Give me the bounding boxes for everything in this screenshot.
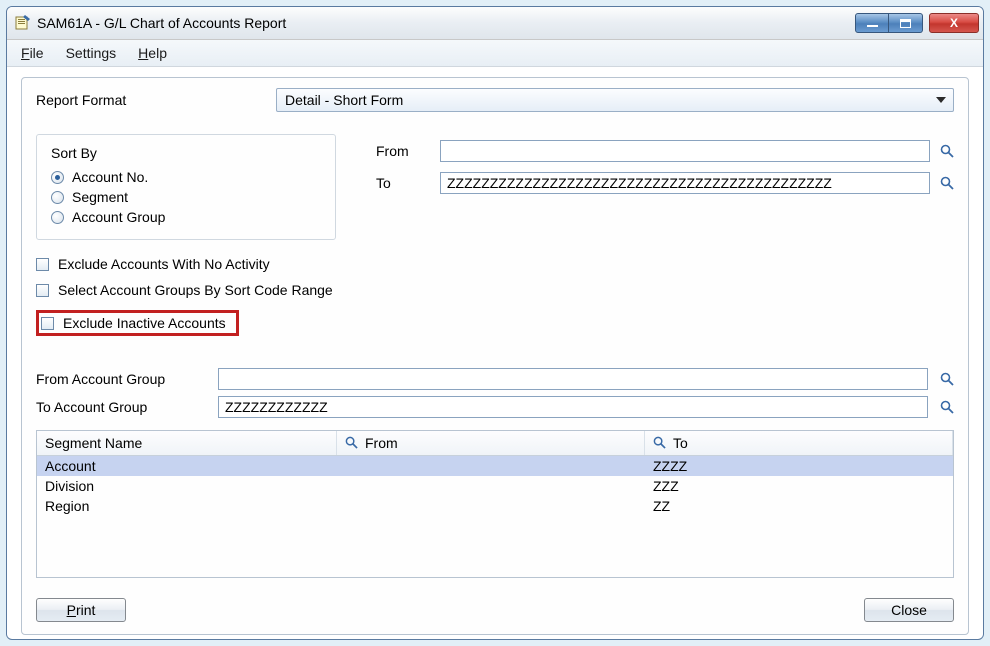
table-header: Segment Name From To bbox=[37, 431, 953, 456]
cell-to: ZZ bbox=[645, 498, 953, 514]
cell-segment: Division bbox=[37, 478, 337, 494]
sort-by-account-group[interactable]: Account Group bbox=[51, 209, 321, 225]
checkbox-label: Exclude Inactive Accounts bbox=[63, 315, 226, 331]
window-controls: X bbox=[855, 13, 979, 33]
checkbox-label: Select Account Groups By Sort Code Range bbox=[58, 282, 333, 298]
search-icon[interactable] bbox=[940, 144, 954, 158]
radio-icon bbox=[51, 191, 64, 204]
col-from[interactable]: From bbox=[337, 431, 645, 455]
exclude-inactive-checkbox[interactable]: Exclude Inactive Accounts bbox=[41, 315, 226, 331]
search-icon bbox=[653, 436, 667, 450]
checkbox-icon bbox=[41, 317, 54, 330]
chevron-down-icon bbox=[936, 97, 946, 103]
title-bar: SAM61A - G/L Chart of Accounts Report X bbox=[7, 7, 983, 40]
app-icon bbox=[15, 15, 31, 31]
search-icon bbox=[345, 436, 359, 450]
from-label: From bbox=[376, 143, 430, 159]
radio-label: Account Group bbox=[72, 209, 165, 225]
sort-by-segment[interactable]: Segment bbox=[51, 189, 321, 205]
client-area: Report Format Detail - Short Form Sort B… bbox=[7, 67, 983, 639]
cell-segment: Account bbox=[37, 458, 337, 474]
to-account-group-input[interactable] bbox=[218, 396, 928, 418]
print-button[interactable]: Print bbox=[36, 598, 126, 622]
sort-by-label: Sort By bbox=[51, 145, 321, 161]
table-row[interactable]: Region ZZ bbox=[37, 496, 953, 516]
form-panel: Report Format Detail - Short Form Sort B… bbox=[21, 77, 969, 635]
radio-label: Account No. bbox=[72, 169, 148, 185]
checkbox-icon bbox=[36, 284, 49, 297]
radio-icon bbox=[51, 171, 64, 184]
from-input[interactable] bbox=[440, 140, 930, 162]
exclude-no-activity-checkbox[interactable]: Exclude Accounts With No Activity bbox=[36, 256, 954, 272]
report-format-combo[interactable]: Detail - Short Form bbox=[276, 88, 954, 112]
menu-settings[interactable]: Settings bbox=[66, 45, 117, 61]
window-title: SAM61A - G/L Chart of Accounts Report bbox=[37, 15, 855, 31]
close-button[interactable]: Close bbox=[864, 598, 954, 622]
menu-file[interactable]: File bbox=[21, 45, 44, 61]
radio-label: Segment bbox=[72, 189, 128, 205]
search-icon[interactable] bbox=[940, 372, 954, 386]
table-body: Account ZZZZ Division ZZZ Region ZZ bbox=[37, 456, 953, 516]
app-window: SAM61A - G/L Chart of Accounts Report X … bbox=[6, 6, 984, 640]
report-format-value: Detail - Short Form bbox=[285, 92, 403, 108]
col-to[interactable]: To bbox=[645, 431, 953, 455]
segment-table: Segment Name From To bbox=[36, 430, 954, 578]
cell-to: ZZZZ bbox=[645, 458, 953, 474]
to-label: To bbox=[376, 175, 430, 191]
from-account-group-label: From Account Group bbox=[36, 371, 206, 387]
to-account-group-label: To Account Group bbox=[36, 399, 206, 415]
menu-help[interactable]: Help bbox=[138, 45, 167, 61]
table-row[interactable]: Division ZZZ bbox=[37, 476, 953, 496]
col-segment-name[interactable]: Segment Name bbox=[37, 431, 337, 455]
checkbox-icon bbox=[36, 258, 49, 271]
cell-to: ZZZ bbox=[645, 478, 953, 494]
cell-segment: Region bbox=[37, 498, 337, 514]
close-window-button[interactable]: X bbox=[929, 13, 979, 33]
footer: Print Close bbox=[36, 588, 954, 622]
select-by-sort-code-checkbox[interactable]: Select Account Groups By Sort Code Range bbox=[36, 282, 954, 298]
highlight-frame: Exclude Inactive Accounts bbox=[36, 310, 239, 336]
maximize-button[interactable] bbox=[889, 13, 923, 33]
checkbox-label: Exclude Accounts With No Activity bbox=[58, 256, 270, 272]
sort-by-account-no[interactable]: Account No. bbox=[51, 169, 321, 185]
table-row[interactable]: Account ZZZZ bbox=[37, 456, 953, 476]
minimize-button[interactable] bbox=[855, 13, 889, 33]
from-account-group-input[interactable] bbox=[218, 368, 928, 390]
menu-bar: File Settings Help bbox=[7, 40, 983, 67]
sort-by-group: Sort By Account No. Segment Account Grou… bbox=[36, 134, 336, 240]
to-input[interactable] bbox=[440, 172, 930, 194]
range-group: From To bbox=[376, 140, 954, 194]
search-icon[interactable] bbox=[940, 176, 954, 190]
radio-icon bbox=[51, 211, 64, 224]
search-icon[interactable] bbox=[940, 400, 954, 414]
report-format-label: Report Format bbox=[36, 92, 246, 108]
